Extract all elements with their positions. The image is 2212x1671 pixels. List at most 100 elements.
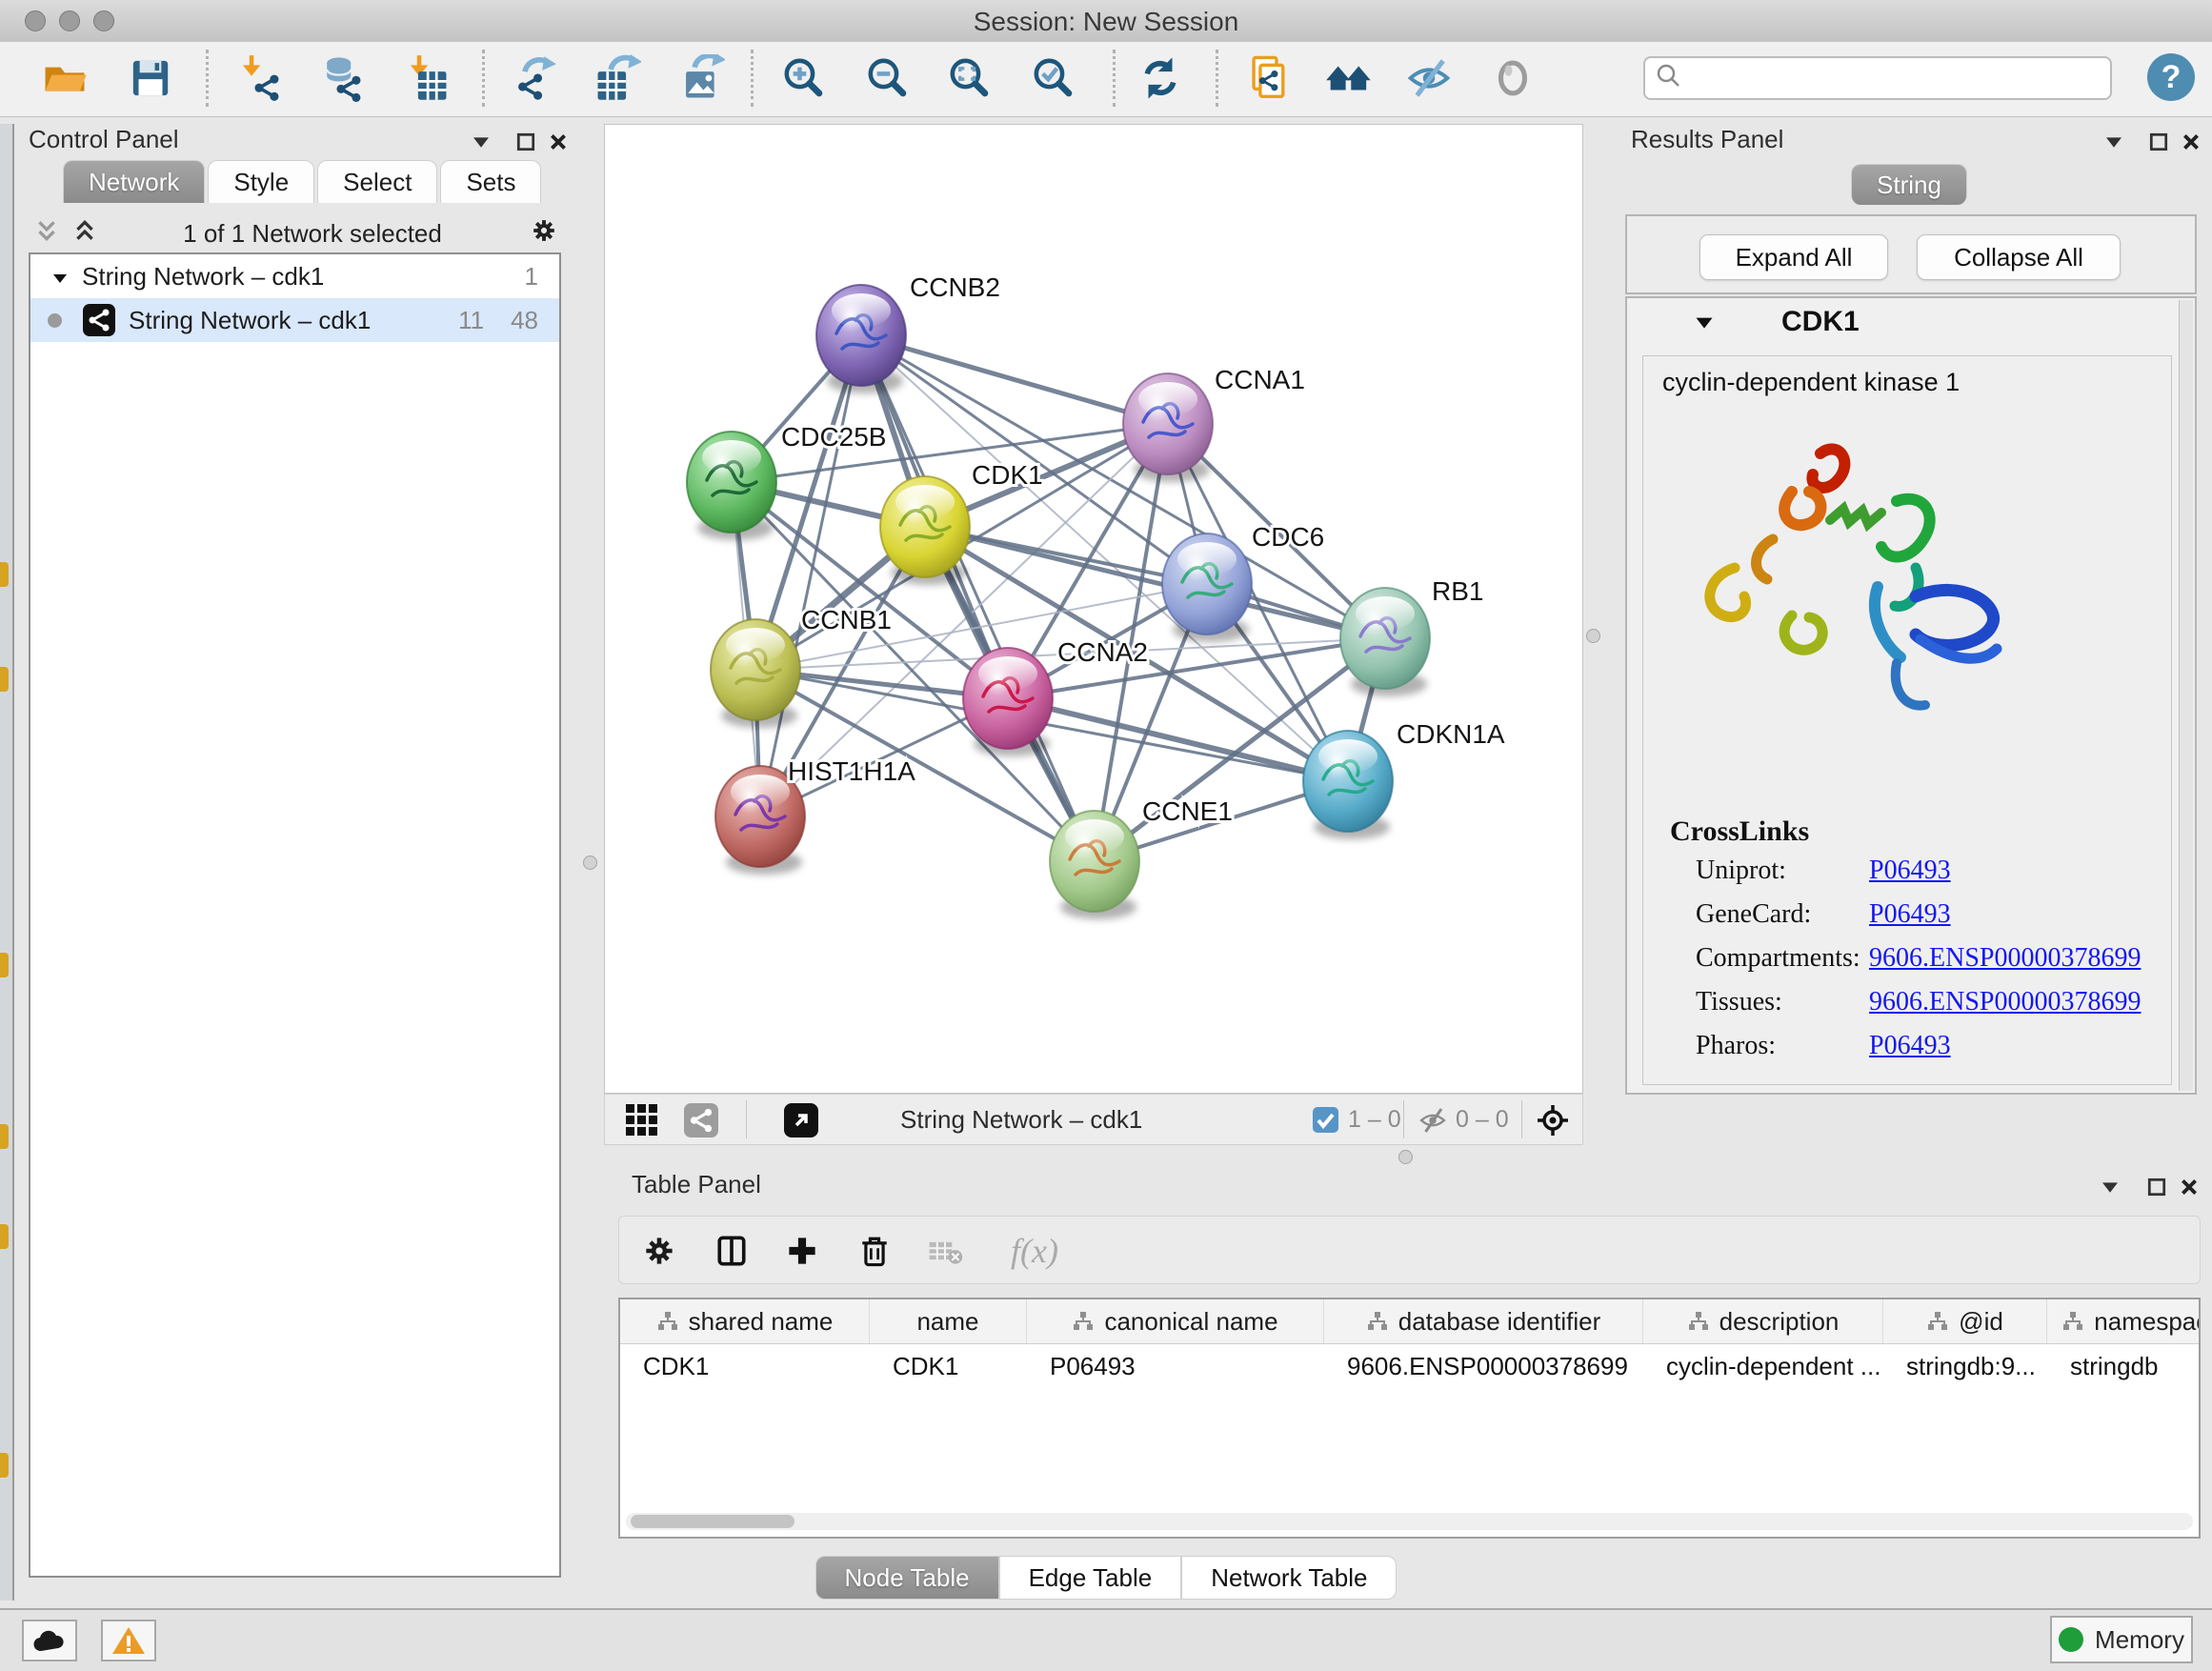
table-settings-gear-icon[interactable] [636,1228,682,1274]
right-splitter-handle[interactable] [1586,629,1600,643]
tab-string[interactable]: String [1851,164,1967,205]
hidden-eye-slash-icon[interactable] [1417,1106,1449,1139]
homes-icon[interactable] [1322,51,1376,105]
warnings-button[interactable] [101,1620,156,1661]
bottom-splitter-handle[interactable] [1398,1150,1413,1164]
node-CCNB1[interactable]: CCNB1 [711,605,892,728]
cloud-button[interactable] [22,1620,77,1661]
fit-selected-crosshair-icon[interactable] [1536,1103,1570,1142]
crosslink-link[interactable]: P06493 [1869,856,1951,885]
birds-eye-grid-icon[interactable] [626,1104,657,1140]
node-CCNB2[interactable]: CCNB2 [816,272,1000,393]
node-RB1[interactable]: RB1 [1340,576,1483,696]
column-header-namespace[interactable]: namespace [2047,1299,2201,1343]
zoom-in-icon[interactable] [777,51,831,105]
results-panel-menu-icon[interactable] [2100,128,2128,156]
column-header-canonical-name[interactable]: canonical name [1027,1299,1324,1343]
export-table-icon[interactable] [591,51,644,105]
column-header-database-identifier[interactable]: database identifier [1324,1299,1643,1343]
search-field[interactable] [1643,56,2112,100]
collapse-all-networks-icon[interactable] [34,218,59,250]
refresh-icon[interactable] [1134,51,1187,105]
crosslink-link[interactable]: P06493 [1869,1031,1951,1060]
edge-CCNB2-CCNA1[interactable] [861,335,1168,424]
table-panel-float-icon[interactable] [2142,1173,2171,1201]
create-column-plus-icon[interactable] [779,1228,825,1274]
tab-style[interactable]: Style [208,160,314,203]
column-header--id[interactable]: @id [1883,1299,2047,1343]
table-cell[interactable]: P06493 [1027,1344,1324,1388]
network-canvas[interactable]: CCNB2CCNA1CDC25BCDK1CDC6RB1CCNB1CCNA2CDK… [604,124,1583,1094]
collapse-all-button[interactable]: Collapse All [1917,234,2121,280]
node-CCNA1[interactable]: CCNA1 [1123,365,1305,482]
gene-collapse-icon[interactable] [1694,314,1715,331]
expand-all-button[interactable]: Expand All [1699,234,1888,280]
crosslink-label: Pharos: [1696,1031,1869,1061]
control-panel-close-icon[interactable] [544,128,573,156]
edge-CCNB2-HIST1H1A[interactable] [760,335,861,816]
memory-button[interactable]: Memory [2050,1616,2193,1663]
node-CDC25B[interactable]: CDC25B [687,422,886,540]
export-network-icon[interactable] [507,51,560,105]
table-cell[interactable]: CDK1 [870,1344,1027,1388]
node-CDC6[interactable]: CDC6 [1162,522,1324,642]
node-table[interactable]: shared namenamecanonical namedatabase id… [618,1298,2201,1539]
collection-expand-icon[interactable] [51,262,69,292]
table-cell[interactable]: cyclin-dependent ... [1643,1344,1883,1388]
table-hscrollbar-thumb[interactable] [631,1515,794,1528]
network-collection-row[interactable]: String Network – cdk1 1 [30,254,559,298]
table-cell[interactable]: CDK1 [620,1344,870,1388]
zoom-selected-icon[interactable] [1027,51,1080,105]
node-CCNE1[interactable]: CCNE1 [1050,796,1233,919]
hide-unhide-icon[interactable] [1402,51,1456,105]
table-panel-close-icon[interactable] [2175,1173,2203,1201]
import-network-database-icon[interactable] [314,51,368,105]
table-panel-menu-icon[interactable] [2096,1173,2124,1201]
tab-edge-table[interactable]: Edge Table [999,1556,1182,1600]
zoom-out-icon[interactable] [861,51,915,105]
gene-header-row[interactable]: CDK1 [1627,306,2195,338]
column-header-shared-name[interactable]: shared name [620,1299,870,1343]
crosslink-link[interactable]: 9606.ENSP00000378699 [1869,987,2141,1017]
show-columns-icon[interactable] [709,1228,754,1274]
open-in-window-icon[interactable] [784,1103,818,1142]
crosslink-link[interactable]: 9606.ENSP00000378699 [1869,943,2141,973]
export-image-icon[interactable] [674,51,728,105]
tab-sets[interactable]: Sets [440,160,541,203]
results-panel-close-icon[interactable] [2177,128,2205,156]
node-HIST1H1A[interactable]: HIST1H1A [715,756,915,875]
control-panel-menu-icon[interactable] [467,128,495,156]
import-table-file-icon[interactable] [400,51,453,105]
import-network-file-icon[interactable] [232,51,286,105]
crosslink-link[interactable]: P06493 [1869,899,1951,929]
tab-network-table[interactable]: Network Table [1181,1556,1397,1600]
node-CDK1[interactable]: CDK1 [880,460,1043,585]
eye-disabled-icon[interactable] [1486,51,1539,105]
tab-node-table[interactable]: Node Table [815,1556,999,1600]
left-splitter-handle[interactable] [583,856,597,870]
zoom-fit-icon[interactable] [943,51,996,105]
tab-network[interactable]: Network [63,160,205,203]
node-CDKN1A[interactable]: CDKN1A [1303,719,1505,839]
help-button[interactable]: ? [2147,53,2195,101]
table-cell[interactable]: stringdb [2047,1344,2201,1388]
expand-all-networks-icon[interactable] [72,218,97,250]
new-network-from-selection-icon[interactable] [1242,51,1296,105]
selected-nodes-checkbox[interactable] [1313,1107,1338,1133]
string-badge-icon[interactable] [684,1103,718,1142]
table-cell[interactable]: stringdb:9... [1883,1344,2047,1388]
column-header-description[interactable]: description [1643,1299,1883,1343]
save-session-icon[interactable] [124,51,177,105]
results-scrollbar[interactable] [2179,300,2193,1091]
control-panel-float-icon[interactable] [512,128,540,156]
network-row-selected[interactable]: String Network – cdk1 11 48 [30,298,559,342]
search-input[interactable] [1693,64,2110,92]
delete-column-trash-icon[interactable] [852,1228,897,1274]
results-panel-float-icon[interactable] [2144,128,2173,156]
tab-select[interactable]: Select [317,160,437,203]
table-hscrollbar[interactable] [626,1513,2193,1530]
network-options-gear-icon[interactable] [528,214,560,253]
column-header-name[interactable]: name [870,1299,1027,1343]
open-session-icon[interactable] [38,51,91,105]
table-cell[interactable]: 9606.ENSP00000378699 [1324,1344,1643,1388]
